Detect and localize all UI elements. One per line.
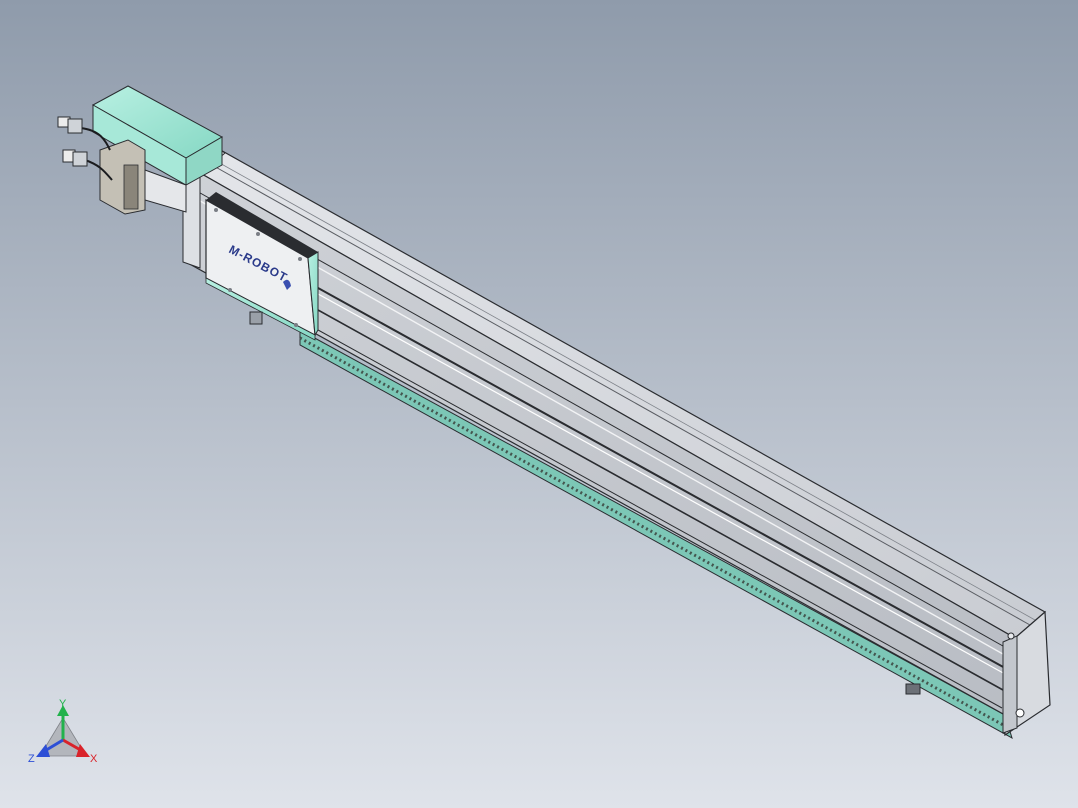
end-cap-hole <box>1015 708 1025 718</box>
carriage-screw <box>294 323 298 327</box>
x-axis-label: X <box>90 753 98 765</box>
carriage-screw <box>256 232 260 236</box>
model-scene[interactable]: M-ROBOT Y X Z <box>0 0 1078 808</box>
carriage-foot <box>249 311 263 325</box>
y-axis-label: Y <box>59 698 67 710</box>
end-cap-screw <box>1007 632 1015 640</box>
limit-sensor <box>905 683 921 695</box>
carriage-screw <box>298 257 302 261</box>
end-cap-front <box>1002 635 1018 734</box>
motor-fins <box>123 164 139 210</box>
carriage-screw <box>214 208 218 212</box>
z-axis-label: Z <box>28 753 35 765</box>
cad-viewport[interactable]: M-ROBOT Y X Z <box>0 0 1078 808</box>
carriage-screw <box>228 288 232 292</box>
